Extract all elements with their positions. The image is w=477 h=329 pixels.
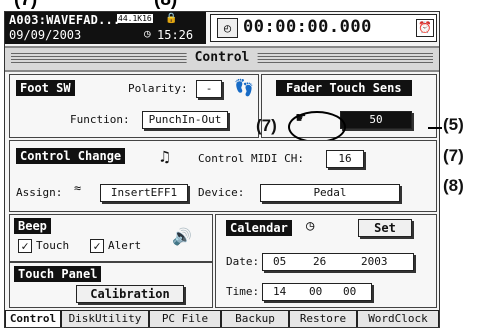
time-label: Time: (226, 285, 260, 298)
time-second[interactable]: 00 (343, 284, 356, 300)
clock-icon[interactable]: ⏰ (416, 19, 434, 37)
callout-7-fader: (7) (256, 116, 277, 135)
leader-line-5 (428, 127, 442, 129)
device-label: Device: (198, 186, 245, 199)
beep-panel: Beep ✓ Touch ✓ Alert 🔊 (9, 214, 213, 262)
date-field: 05 26 2003 (262, 253, 414, 271)
tab-pc-file[interactable]: PC File (149, 311, 221, 327)
page-title: Control (186, 50, 258, 65)
alert-checkbox[interactable]: ✓ (90, 239, 104, 253)
fader-icon: ≈ (74, 181, 82, 195)
touch-label: Touch (36, 239, 70, 252)
midi-ch-label: Control MIDI CH: (198, 152, 304, 165)
date-month[interactable]: 05 (273, 254, 286, 270)
time-minute[interactable]: 00 (309, 284, 322, 300)
song-time: 15:26 (157, 28, 194, 42)
function-label: Function: (70, 113, 130, 126)
calendar-panel: Calendar ◷ Set Date: 05 26 2003 Time: 14… (215, 214, 437, 308)
touch-panel-panel: Touch Panel Calibration (9, 262, 213, 308)
assign-label: Assign: (16, 186, 63, 199)
device-field[interactable]: Pedal (260, 184, 400, 202)
callout-oval (288, 111, 346, 143)
callout-top-right: (8) (154, 0, 177, 11)
clock-icon: ◷ (144, 27, 151, 40)
alert-label: Alert (108, 239, 142, 252)
screen: A003:WAVEFAD... 44.1K16 🔒 09/09/2003 ◷ 1… (4, 11, 440, 328)
fader-label: Fader Touch Sens (276, 80, 412, 96)
tab-diskutility[interactable]: DiskUtility (61, 311, 149, 327)
title-bar: Control (5, 46, 439, 72)
song-name: A003:WAVEFAD... (9, 13, 121, 27)
callout-5: (5) (443, 115, 464, 134)
set-button[interactable]: Set (358, 219, 412, 237)
time-hour[interactable]: 14 (273, 284, 286, 300)
callout-top-left: (7) (14, 0, 37, 11)
midi-icon: ♫ (160, 147, 170, 166)
polarity-field[interactable]: - (196, 80, 222, 98)
tab-wordclock[interactable]: WordClock (357, 311, 439, 327)
song-info-panel[interactable]: A003:WAVEFAD... 44.1K16 🔒 09/09/2003 ◷ 1… (5, 12, 206, 44)
tab-restore[interactable]: Restore (289, 311, 357, 327)
foot-sw-panel: Foot SW Polarity: - 👣 Function: PunchIn-… (9, 74, 259, 138)
date-day[interactable]: 26 (313, 254, 326, 270)
speaker-icon: 🔊 (172, 227, 192, 246)
sample-rate-badge: 44.1K16 (117, 14, 153, 23)
calendar-icon: ◷ (306, 218, 315, 234)
assign-field[interactable]: InsertEFF1 (100, 184, 188, 202)
tab-control[interactable]: Control (5, 311, 61, 327)
foot-sw-label: Foot SW (16, 80, 75, 96)
time-field: 14 00 00 (262, 283, 372, 301)
foot-icon: 👣 (234, 78, 254, 97)
touch-checkbox[interactable]: ✓ (18, 239, 32, 253)
callout-8-right: (8) (443, 176, 464, 195)
midi-ch-field[interactable]: 16 (326, 150, 364, 168)
timecode-panel: ◴ 00:00:00.000 ⏰ (210, 14, 437, 42)
function-field[interactable]: PunchIn-Out (142, 111, 228, 129)
beep-label: Beep (14, 218, 51, 234)
fader-sens-field[interactable]: 50 (340, 111, 412, 129)
polarity-label: Polarity: (128, 82, 188, 95)
touch-panel-label: Touch Panel (14, 266, 102, 282)
date-label: Date: (226, 255, 260, 268)
control-change-panel: Control Change ♫ Control MIDI CH: 16 Ass… (9, 140, 437, 212)
calendar-label: Calendar (226, 220, 292, 236)
calibration-button[interactable]: Calibration (76, 285, 184, 303)
time-display-button[interactable]: ◴ (217, 18, 238, 38)
date-year[interactable]: 2003 (361, 254, 388, 270)
tab-backup[interactable]: Backup (221, 311, 289, 327)
timecode: 00:00:00.000 (243, 17, 372, 37)
callout-7-right: (7) (443, 146, 464, 165)
song-date: 09/09/2003 (9, 28, 82, 42)
lock-icon: 🔒 (165, 13, 178, 24)
control-change-label: Control Change (16, 148, 126, 164)
tab-bar: Control DiskUtility PC File Backup Resto… (5, 310, 439, 327)
